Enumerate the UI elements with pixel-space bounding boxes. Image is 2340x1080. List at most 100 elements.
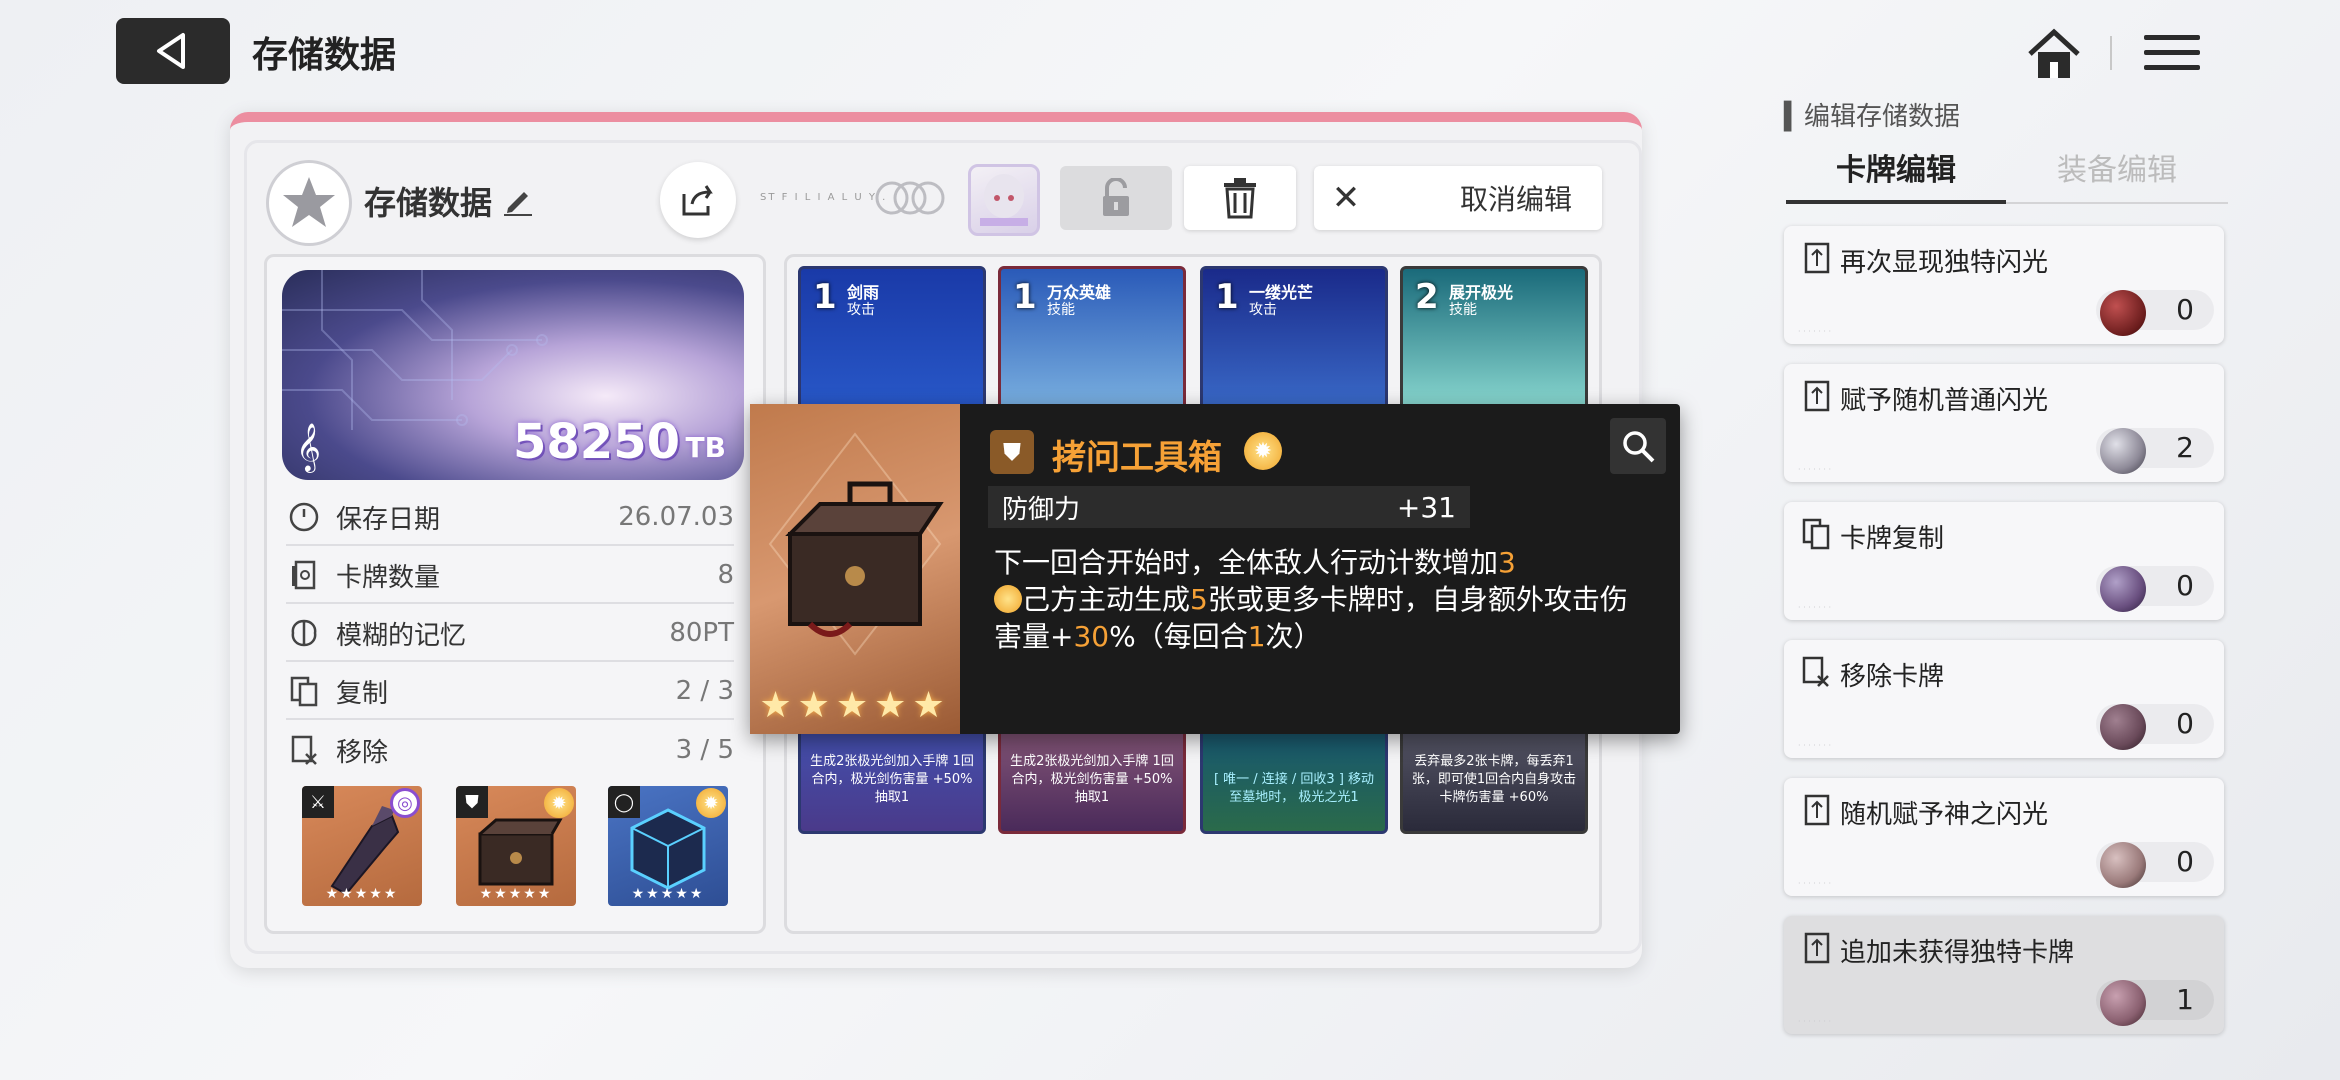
sun-rank-icon: ✹ xyxy=(1244,432,1282,470)
orb-icon xyxy=(2100,842,2146,888)
option-remove-card[interactable]: 移除卡牌 · · · · · · · 0 xyxy=(1784,640,2224,758)
card-option-icon xyxy=(1802,792,1832,828)
copy-icon xyxy=(286,673,322,709)
option-serial: · · · · · · · xyxy=(1798,465,1832,474)
option-serial: · · · · · · · xyxy=(1798,741,1832,750)
card-cost: 1 xyxy=(1215,277,1239,317)
tooltip-stat-row: 防御力 +31 xyxy=(988,486,1470,528)
unlock-icon xyxy=(1103,178,1129,216)
info-row-card-count: 卡牌数量 8 xyxy=(286,548,734,604)
rank-icon: ◎ xyxy=(390,788,420,818)
option-count: 1 xyxy=(2176,983,2194,1016)
remove-card-icon xyxy=(286,732,322,768)
card-type: 攻击 xyxy=(847,302,875,318)
star-icon xyxy=(283,177,335,227)
music-clef-icon: 𝄞 xyxy=(296,422,321,471)
desc-line-2: 己方主动生成5张或更多卡牌时，自身额外攻击伤害量+30%（每回合1次） xyxy=(994,583,1628,653)
info-value: 2 / 3 xyxy=(675,676,734,706)
save-data-name: 存储数据 xyxy=(364,184,493,222)
edit-name-button[interactable] xyxy=(502,184,534,223)
copy-icon xyxy=(1802,516,1832,552)
character-portrait-icon xyxy=(980,174,1028,226)
storage-unit: TB xyxy=(685,431,726,464)
info-row-memory: 模糊的记忆 80PT xyxy=(286,606,734,662)
option-random-divine-flash[interactable]: 随机赋予神之闪光 · · · · · · · 0 xyxy=(1784,778,2224,896)
option-card-copy[interactable]: 卡牌复制 · · · · · · · 0 xyxy=(1784,502,2224,620)
close-icon: ✕ xyxy=(1331,178,1361,218)
equip-slot-armor[interactable]: ⛊ ✹ ★★★★★ xyxy=(456,786,576,906)
card-cost: 2 xyxy=(1415,277,1439,317)
stat-label: 防御力 xyxy=(1002,494,1081,525)
card-type: 技能 xyxy=(1047,302,1075,318)
pencil-icon xyxy=(504,192,532,216)
option-label: 随机赋予神之闪光 xyxy=(1840,800,2049,830)
option-serial: · · · · · · · xyxy=(1798,879,1832,888)
equip-stars: ★★★★★ xyxy=(479,886,553,902)
equip-stars: ★★★★★ xyxy=(631,886,705,902)
info-label: 卡牌数量 xyxy=(336,562,441,593)
serial-text: ST F I L I A L U Y . xyxy=(760,192,888,203)
card-description: 生成2张极光剑加入手牌 1回合内，极光剑伤害量 +50% 抽取1 xyxy=(1010,754,1174,805)
sun-rank-icon: ✹ xyxy=(544,788,574,818)
star-badge xyxy=(266,160,352,246)
sun-icon xyxy=(994,585,1022,613)
armor-icon: ⛊ xyxy=(990,430,1034,474)
orb-icon xyxy=(2100,566,2146,612)
menu-bar xyxy=(2144,49,2200,55)
tooltip-item-image: ★★★★★ xyxy=(750,404,960,734)
info-label: 保存日期 xyxy=(336,504,441,535)
tab-equip-edit[interactable]: 装备编辑 xyxy=(2006,144,2228,204)
option-label: 赋予随机普通闪光 xyxy=(1840,386,2049,416)
card-type: 技能 xyxy=(1449,302,1477,318)
card-option-icon xyxy=(1802,930,1832,966)
info-label: 移除 xyxy=(336,737,389,768)
card-cost: 1 xyxy=(1013,277,1037,317)
armor-icon: ⛊ xyxy=(456,786,488,818)
option-label: 移除卡牌 xyxy=(1840,662,1945,692)
delete-button[interactable] xyxy=(1184,166,1296,230)
menu-button[interactable] xyxy=(2144,24,2200,80)
info-value: 8 xyxy=(717,560,734,590)
storage-value: 58250 xyxy=(513,414,680,470)
equip-slot-accessory[interactable]: ◯ ✹ ★★★★★ xyxy=(608,786,728,906)
card-option-icon xyxy=(1802,240,1832,276)
option-add-unowned-unique-card[interactable]: 追加未获得独特卡牌 · · · · · · · 1 xyxy=(1784,916,2224,1034)
character-avatar[interactable] xyxy=(968,164,1040,236)
info-value: 26.07.03 xyxy=(618,502,734,532)
option-random-normal-flash[interactable]: 赋予随机普通闪光 · · · · · · · 2 xyxy=(1784,364,2224,482)
menu-bar xyxy=(2144,64,2200,70)
home-button[interactable] xyxy=(2024,24,2084,84)
card-type: 攻击 xyxy=(1249,302,1277,318)
info-row-remove: 移除 3 / 5 xyxy=(286,722,734,778)
option-label: 追加未获得独特卡牌 xyxy=(1840,938,2075,968)
rings-icon xyxy=(875,181,945,215)
home-icon xyxy=(2028,28,2080,78)
orb-icon xyxy=(2100,704,2146,750)
card-description: 丢弃最多2张卡牌，每丢弃1张，即可使1回合内自身攻击卡牌伤害量 +60% xyxy=(1411,754,1577,805)
search-icon xyxy=(1623,431,1655,463)
back-button[interactable] xyxy=(116,18,230,84)
card-description: [ 唯一 / 连接 / 回收3 ] 移动至墓地时， 极光之光1 xyxy=(1213,772,1375,805)
option-reveal-unique-flash[interactable]: 再次显现独特闪光 · · · · · · · 0 xyxy=(1784,226,2224,344)
option-count: 0 xyxy=(2176,293,2194,326)
tab-card-edit[interactable]: 卡牌编辑 xyxy=(1786,144,2006,204)
info-value: 80PT xyxy=(669,618,734,648)
stat-value: +31 xyxy=(1396,490,1456,524)
clock-icon xyxy=(286,499,322,535)
cancel-edit-button[interactable]: ✕ 取消编辑 xyxy=(1314,166,1602,230)
card-cost: 1 xyxy=(813,277,837,317)
edit-panel-title: ▍编辑存储数据 xyxy=(1784,102,1961,132)
menu-bar xyxy=(2144,34,2200,40)
card-option-icon xyxy=(1802,378,1832,414)
remove-card-icon xyxy=(1802,654,1832,690)
option-count: 0 xyxy=(2176,707,2194,740)
brain-icon xyxy=(286,615,322,651)
share-button[interactable] xyxy=(660,162,736,238)
ring-icon: ◯ xyxy=(608,786,640,818)
search-button[interactable] xyxy=(1610,418,1666,474)
info-label: 复制 xyxy=(336,678,389,709)
card-description: 生成2张极光剑加入手牌 1回合内，极光剑伤害量 +50% 抽取1 xyxy=(810,754,974,805)
lock-button[interactable] xyxy=(1060,166,1172,230)
desc-line-1: 下一回合开始时，全体敌人行动计数增加3 xyxy=(994,546,1516,579)
equip-slot-weapon[interactable]: ⚔ ◎ ★★★★★ xyxy=(302,786,422,906)
